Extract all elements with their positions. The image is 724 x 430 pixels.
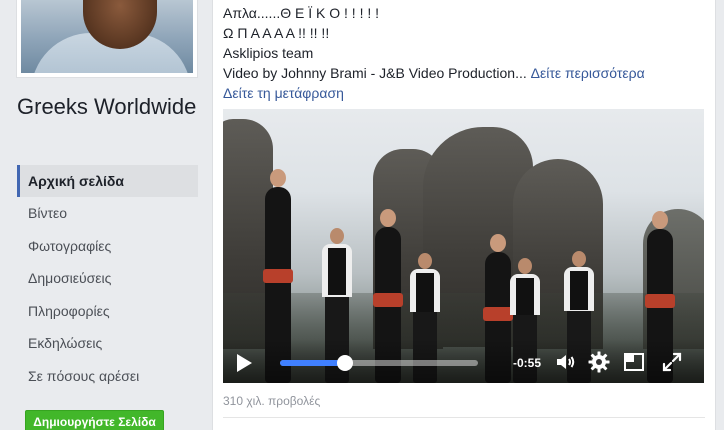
fullscreen-icon[interactable]	[660, 350, 684, 374]
post-text: Απλα......Θ Ε Ϊ Κ Ο ! ! ! ! ! Ω Π Α Α Α …	[223, 3, 703, 103]
video-time-remaining: -0:55	[513, 356, 542, 370]
post-divider	[223, 417, 705, 418]
post-line: Ω Π Α Α Α Α !! !! !!	[223, 25, 330, 41]
page-nav: Αρχική σελίδα Βίντεο Φωτογραφίες Δημοσιε…	[17, 165, 198, 393]
video-progress-bar[interactable]	[280, 355, 478, 371]
post-line: Video by Johnny Brami - J&B Video Produc…	[223, 65, 527, 81]
post-line: Απλα......Θ Ε Ϊ Κ Ο ! ! ! ! !	[223, 5, 380, 21]
view-count[interactable]: 310 χιλ. προβολές	[223, 394, 320, 408]
video-progress-knob[interactable]	[337, 355, 354, 371]
post-line: Asklipios team	[223, 45, 314, 61]
see-translation-link[interactable]: Δείτε τη μετάφραση	[223, 83, 703, 103]
nav-item-photos[interactable]: Φωτογραφίες	[17, 230, 198, 263]
nav-item-about[interactable]: Πληροφορίες	[17, 295, 198, 328]
nav-item-home[interactable]: Αρχική σελίδα	[17, 165, 198, 197]
play-icon[interactable]	[237, 354, 252, 372]
video-player[interactable]: -0:55	[223, 109, 704, 383]
nav-item-videos[interactable]: Βίντεο	[17, 197, 198, 230]
see-more-link[interactable]: Δείτε περισσότερα	[531, 65, 645, 81]
create-page-button[interactable]: Δημιουργήστε Σελίδα	[25, 410, 164, 430]
post-line-with-more: Video by Johnny Brami - J&B Video Produc…	[223, 63, 703, 83]
nav-item-likes[interactable]: Σε πόσους αρέσει	[17, 360, 198, 393]
video-progress-fill	[280, 360, 346, 366]
profile-picture[interactable]	[16, 0, 198, 78]
profile-photo	[21, 0, 193, 73]
pip-icon[interactable]	[622, 350, 646, 374]
gear-icon[interactable]	[587, 350, 611, 374]
post-card: Απλα......Θ Ε Ϊ Κ Ο ! ! ! ! ! Ω Π Α Α Α …	[212, 0, 716, 430]
nav-item-posts[interactable]: Δημοσιεύσεις	[17, 262, 198, 295]
page-name[interactable]: Greeks Worldwide	[17, 94, 197, 120]
volume-icon[interactable]	[554, 350, 578, 374]
nav-item-events[interactable]: Εκδηλώσεις	[17, 327, 198, 360]
video-controls: -0:55	[223, 339, 704, 383]
